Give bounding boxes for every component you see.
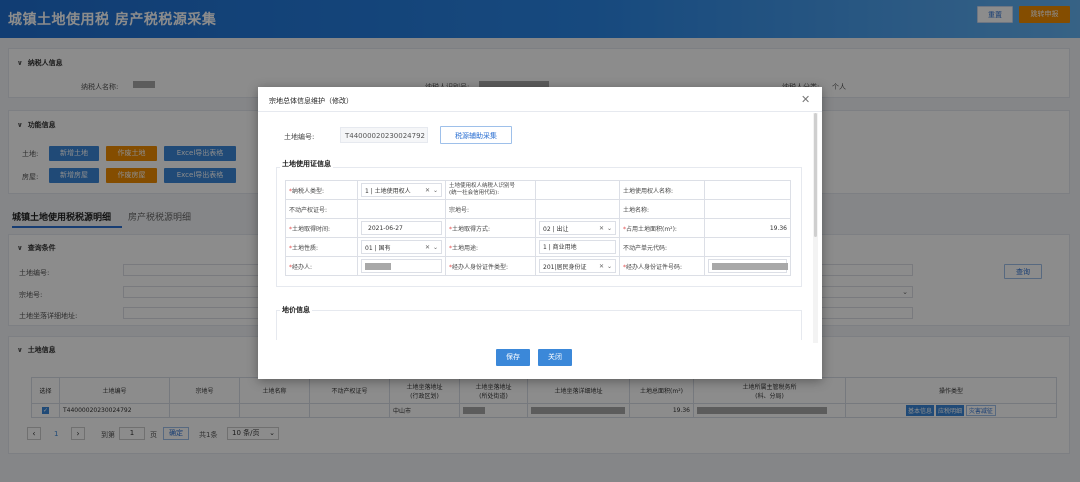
clear-icon[interactable]: ✕ xyxy=(425,244,430,251)
agent-id-no-masked xyxy=(712,263,788,270)
holder-name-field[interactable] xyxy=(704,180,791,200)
price-info-title: 地价信息 xyxy=(280,305,312,315)
save-button[interactable]: 保存 xyxy=(496,349,530,366)
agent-id-type-label: 经办人身份证件类型: xyxy=(452,263,509,271)
price-info-section xyxy=(276,310,802,340)
land-usage-field[interactable]: 1 | 商业用地 xyxy=(539,240,616,254)
clear-icon[interactable]: ✕ xyxy=(599,225,604,232)
close-icon[interactable]: ✕ xyxy=(801,93,810,106)
chevron-down-icon: ⌄ xyxy=(606,224,612,232)
clear-icon[interactable]: ✕ xyxy=(425,187,430,194)
parcel-no-label: 宗地号: xyxy=(445,199,536,219)
agent-field[interactable] xyxy=(361,259,442,273)
land-name-label: 土地名称: xyxy=(619,199,705,219)
taxpayer-type-label: 纳税人类型: xyxy=(292,187,325,195)
land-cert-form: *纳税人类型: 1 | 土地使用权人 ✕ ⌄ 土地使用权人纳税人识别号 (统一社会信… xyxy=(285,180,791,276)
unit-code-label: 不动产单元代码: xyxy=(619,237,705,257)
agent-label: 经办人: xyxy=(292,263,313,271)
chevron-down-icon: ⌄ xyxy=(606,262,612,270)
holder-id-label: 土地使用权人纳税人识别号 (统一社会信用代码): xyxy=(445,180,536,200)
occupy-area-label: 占用土地面积(m²): xyxy=(626,225,677,233)
dialog-title: 宗地总体信息维护（修改） xyxy=(269,97,353,105)
taxpayer-type-select[interactable]: 1 | 土地使用权人 ✕ ⌄ xyxy=(361,183,442,197)
agent-masked xyxy=(365,263,391,270)
unit-code-field[interactable] xyxy=(704,237,791,257)
clear-icon[interactable]: ✕ xyxy=(599,263,604,270)
land-nature-select[interactable]: 01 | 国有 ✕ ⌄ xyxy=(361,240,442,254)
close-button[interactable]: 关闭 xyxy=(538,349,572,366)
cert-no-field[interactable] xyxy=(357,199,446,219)
land-no-label: 土地编号: xyxy=(284,133,315,141)
agent-id-type-select[interactable]: 201|居民身份证 ✕ ⌄ xyxy=(539,259,616,273)
parcel-no-field[interactable] xyxy=(535,199,620,219)
dialog-scrollbar-thumb[interactable] xyxy=(814,113,817,237)
holder-id-field[interactable] xyxy=(535,180,620,200)
dialog-title-divider xyxy=(258,111,822,112)
acq-time-label: 土地取得时间: xyxy=(292,225,331,233)
chevron-down-icon: ⌄ xyxy=(432,243,438,251)
chevron-down-icon: ⌄ xyxy=(432,186,438,194)
agent-id-no-field[interactable] xyxy=(708,259,788,273)
parcel-info-dialog: 宗地总体信息维护（修改） ✕ 土地编号: T44000020230024792 … xyxy=(258,87,822,379)
land-no-field[interactable]: T44000020230024792 xyxy=(340,127,428,143)
land-nature-label: 土地性质: xyxy=(292,244,319,252)
acq-method-select[interactable]: 02 | 出让 ✕ ⌄ xyxy=(539,221,616,235)
acq-method-label: 土地取得方式: xyxy=(452,225,491,233)
holder-name-label: 土地使用权人名称: xyxy=(619,180,705,200)
acq-time-field[interactable]: 2021-06-27 xyxy=(361,221,442,235)
land-name-field[interactable] xyxy=(704,199,791,219)
agent-id-no-label: 经办人身份证件号码: xyxy=(626,263,683,271)
occupy-area-field[interactable]: 19.36 xyxy=(704,218,791,238)
land-usage-label: 土地用途: xyxy=(452,244,479,252)
assist-collect-button[interactable]: 税源辅助采集 xyxy=(440,126,512,144)
cert-info-title: 土地使用证信息 xyxy=(280,159,333,169)
cert-no-label: 不动产权证号: xyxy=(285,199,358,219)
